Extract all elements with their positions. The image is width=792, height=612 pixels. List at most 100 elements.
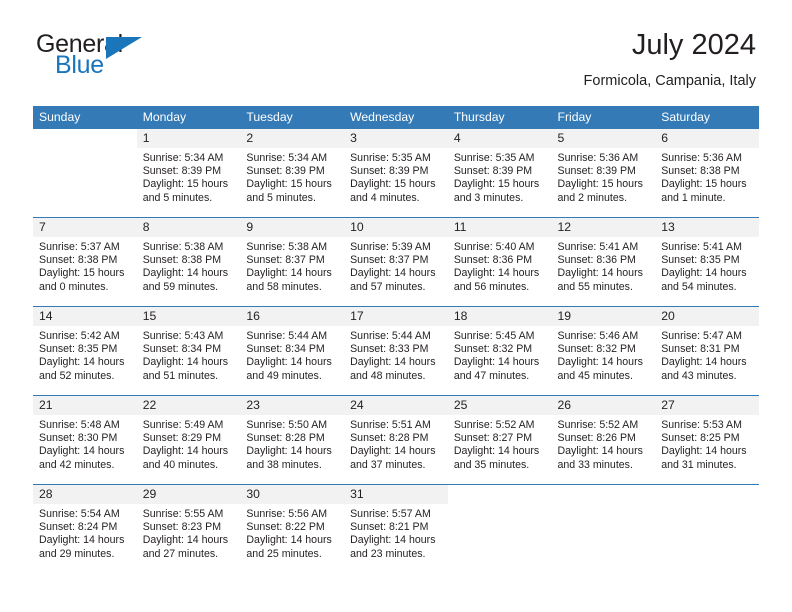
- day-number: 26: [551, 395, 656, 415]
- daylight-text-line1: Daylight: 14 hours: [557, 356, 643, 369]
- calendar-body: 1 Sunrise: 5:34 AM Sunset: 8:39 PM Daylight…: [33, 127, 759, 571]
- daylight-text-line1: Daylight: 15 hours: [142, 178, 229, 191]
- calendar-day-cell[interactable]: 22 Sunrise: 5:49 AM Sunset: 8:29 PM Dayligh…: [136, 394, 241, 485]
- page-header: General Blue July 2024 Formicola, Campan…: [0, 0, 792, 89]
- day-number: 12: [551, 217, 656, 237]
- day-details: Sunrise: 5:42 AM Sunset: 8:35 PM Daylight:…: [33, 326, 137, 383]
- calendar-day-cell[interactable]: 13 Sunrise: 5:41 AM Sunset: 8:35 PM Dayligh…: [655, 216, 759, 307]
- calendar-week-row: 1 Sunrise: 5:34 AM Sunset: 8:39 PM Daylight…: [33, 127, 759, 218]
- day-details: Sunrise: 5:34 AM Sunset: 8:39 PM Daylight:…: [240, 148, 344, 205]
- sunrise-text: Sunrise: 5:43 AM: [142, 329, 224, 342]
- sunrise-text: Sunrise: 5:38 AM: [246, 240, 328, 253]
- calendar-week-row: 7 Sunrise: 5:37 AM Sunset: 8:38 PM Daylight…: [33, 216, 759, 307]
- weekday-header-tuesday: Tuesday: [240, 105, 345, 129]
- day-details: Sunrise: 5:38 AM Sunset: 8:38 PM Daylight:…: [137, 237, 241, 294]
- sunrise-text: Sunrise: 5:34 AM: [142, 151, 224, 164]
- sunrise-text: Sunrise: 5:55 AM: [142, 507, 224, 520]
- calendar-day-cell[interactable]: 1 Sunrise: 5:34 AM Sunset: 8:39 PM Daylight…: [136, 127, 241, 218]
- sunset-text: Sunset: 8:38 PM: [39, 254, 118, 267]
- day-number: 14: [33, 306, 137, 326]
- daylight-text-line1: Daylight: 14 hours: [453, 356, 540, 369]
- daylight-text-line2: and 0 minutes.: [39, 280, 109, 293]
- daylight-text-line1: Daylight: 14 hours: [142, 534, 229, 547]
- daylight-text-line1: Daylight: 14 hours: [557, 445, 643, 458]
- day-number: 25: [447, 395, 552, 415]
- calendar-day-cell[interactable]: 28 Sunrise: 5:54 AM Sunset: 8:24 PM Dayligh…: [33, 483, 137, 571]
- calendar-day-cell[interactable]: 17 Sunrise: 5:44 AM Sunset: 8:33 PM Dayligh…: [344, 305, 448, 396]
- calendar-week-row: 14 Sunrise: 5:42 AM Sunset: 8:35 PM Dayligh…: [33, 305, 759, 396]
- calendar-table: Sunday Monday Tuesday Wednesday Thursday…: [33, 105, 759, 571]
- daylight-text-line2: and 55 minutes.: [557, 280, 633, 293]
- calendar-day-cell[interactable]: 9 Sunrise: 5:38 AM Sunset: 8:37 PM Daylight…: [240, 216, 345, 307]
- day-number: 18: [447, 306, 552, 326]
- calendar-day-cell[interactable]: 29 Sunrise: 5:55 AM Sunset: 8:23 PM Dayligh…: [136, 483, 241, 571]
- day-details: Sunrise: 5:36 AM Sunset: 8:38 PM Daylight:…: [655, 148, 759, 205]
- sunset-text: Sunset: 8:35 PM: [661, 254, 740, 267]
- sunset-text: Sunset: 8:39 PM: [142, 165, 222, 178]
- calendar-day-cell[interactable]: 27 Sunrise: 5:53 AM Sunset: 8:25 PM Dayligh…: [655, 394, 759, 485]
- day-number: 17: [344, 306, 448, 326]
- daylight-text-line2: and 4 minutes.: [350, 191, 420, 204]
- daylight-text-line1: Daylight: 14 hours: [350, 356, 436, 369]
- daylight-text-line2: and 52 minutes.: [39, 369, 115, 382]
- calendar-day-cell[interactable]: 25 Sunrise: 5:52 AM Sunset: 8:27 PM Dayligh…: [447, 394, 552, 485]
- daylight-text-line1: Daylight: 14 hours: [350, 534, 436, 547]
- calendar-day-cell[interactable]: 10 Sunrise: 5:39 AM Sunset: 8:37 PM Dayligh…: [344, 216, 448, 307]
- calendar-day-cell[interactable]: 5 Sunrise: 5:36 AM Sunset: 8:39 PM Daylight…: [551, 127, 656, 218]
- sunset-text: Sunset: 8:39 PM: [350, 165, 429, 178]
- calendar-day-cell[interactable]: 26 Sunrise: 5:52 AM Sunset: 8:26 PM Dayligh…: [551, 394, 656, 485]
- sunset-text: Sunset: 8:28 PM: [350, 432, 429, 445]
- day-details: Sunrise: 5:53 AM Sunset: 8:25 PM Daylight:…: [655, 415, 759, 472]
- day-details: Sunrise: 5:45 AM Sunset: 8:32 PM Daylight:…: [448, 326, 552, 383]
- calendar-day-cell[interactable]: 7 Sunrise: 5:37 AM Sunset: 8:38 PM Daylight…: [33, 216, 137, 307]
- day-number: [551, 484, 656, 504]
- calendar-day-cell[interactable]: 16 Sunrise: 5:44 AM Sunset: 8:34 PM Dayligh…: [240, 305, 345, 396]
- daylight-text-line1: Daylight: 15 hours: [453, 178, 540, 191]
- calendar-week-row: 28 Sunrise: 5:54 AM Sunset: 8:24 PM Dayligh…: [33, 483, 759, 571]
- sunrise-text: Sunrise: 5:36 AM: [661, 151, 742, 164]
- calendar-day-cell[interactable]: 21 Sunrise: 5:48 AM Sunset: 8:30 PM Dayligh…: [33, 394, 137, 485]
- sunset-text: Sunset: 8:39 PM: [246, 165, 325, 178]
- sunset-text: Sunset: 8:38 PM: [661, 165, 740, 178]
- day-details: Sunrise: 5:52 AM Sunset: 8:26 PM Daylight:…: [552, 415, 656, 472]
- sunset-text: Sunset: 8:37 PM: [246, 254, 325, 267]
- general-blue-logo[interactable]: General Blue: [36, 28, 156, 88]
- calendar-day-cell[interactable]: 31 Sunrise: 5:57 AM Sunset: 8:21 PM Dayligh…: [344, 483, 448, 571]
- daylight-text-line1: Daylight: 15 hours: [39, 267, 125, 280]
- day-number: 19: [551, 306, 656, 326]
- calendar-day-cell[interactable]: 3 Sunrise: 5:35 AM Sunset: 8:39 PM Daylight…: [344, 127, 448, 218]
- sunrise-text: Sunrise: 5:39 AM: [350, 240, 431, 253]
- calendar-day-cell[interactable]: 30 Sunrise: 5:56 AM Sunset: 8:22 PM Dayligh…: [240, 483, 345, 571]
- calendar-day-cell[interactable]: 20 Sunrise: 5:47 AM Sunset: 8:31 PM Dayligh…: [655, 305, 759, 396]
- calendar-day-cell[interactable]: 14 Sunrise: 5:42 AM Sunset: 8:35 PM Dayligh…: [33, 305, 137, 396]
- calendar-day-cell[interactable]: 15 Sunrise: 5:43 AM Sunset: 8:34 PM Dayligh…: [136, 305, 241, 396]
- calendar-day-cell[interactable]: 19 Sunrise: 5:46 AM Sunset: 8:32 PM Dayligh…: [551, 305, 656, 396]
- daylight-text-line1: Daylight: 14 hours: [350, 267, 436, 280]
- calendar-day-cell[interactable]: 6 Sunrise: 5:36 AM Sunset: 8:38 PM Daylight…: [655, 127, 759, 218]
- day-details: Sunrise: 5:47 AM Sunset: 8:31 PM Daylight:…: [655, 326, 759, 383]
- daylight-text-line1: Daylight: 14 hours: [39, 445, 125, 458]
- calendar-day-cell[interactable]: 11 Sunrise: 5:40 AM Sunset: 8:36 PM Dayligh…: [447, 216, 552, 307]
- page-subtitle: Formicola, Campania, Italy: [583, 72, 756, 89]
- daylight-text-line1: Daylight: 14 hours: [557, 267, 643, 280]
- calendar-day-cell[interactable]: 24 Sunrise: 5:51 AM Sunset: 8:28 PM Dayligh…: [344, 394, 448, 485]
- weekday-header-wednesday: Wednesday: [344, 105, 448, 129]
- calendar-day-cell[interactable]: 23 Sunrise: 5:50 AM Sunset: 8:28 PM Dayligh…: [240, 394, 345, 485]
- calendar-day-cell[interactable]: 2 Sunrise: 5:34 AM Sunset: 8:39 PM Daylight…: [240, 127, 345, 218]
- sunset-text: Sunset: 8:32 PM: [557, 343, 636, 356]
- calendar-day-cell[interactable]: 4 Sunrise: 5:35 AM Sunset: 8:39 PM Daylight…: [447, 127, 552, 218]
- daylight-text-line2: and 38 minutes.: [246, 458, 322, 471]
- day-number: 29: [136, 484, 241, 504]
- sunrise-text: Sunrise: 5:37 AM: [39, 240, 120, 253]
- daylight-text-line2: and 29 minutes.: [39, 547, 115, 560]
- daylight-text-line2: and 58 minutes.: [246, 280, 322, 293]
- calendar-day-cell[interactable]: 12 Sunrise: 5:41 AM Sunset: 8:36 PM Dayligh…: [551, 216, 656, 307]
- calendar-empty-cell: [33, 127, 137, 218]
- calendar-day-cell[interactable]: 18 Sunrise: 5:45 AM Sunset: 8:32 PM Dayligh…: [447, 305, 552, 396]
- sunset-text: Sunset: 8:30 PM: [39, 432, 118, 445]
- day-details: Sunrise: 5:38 AM Sunset: 8:37 PM Daylight:…: [240, 237, 344, 294]
- day-number: 16: [240, 306, 345, 326]
- day-details: Sunrise: 5:50 AM Sunset: 8:28 PM Daylight:…: [240, 415, 344, 472]
- calendar-day-cell[interactable]: 8 Sunrise: 5:38 AM Sunset: 8:38 PM Daylight…: [136, 216, 241, 307]
- sunset-text: Sunset: 8:24 PM: [39, 521, 118, 534]
